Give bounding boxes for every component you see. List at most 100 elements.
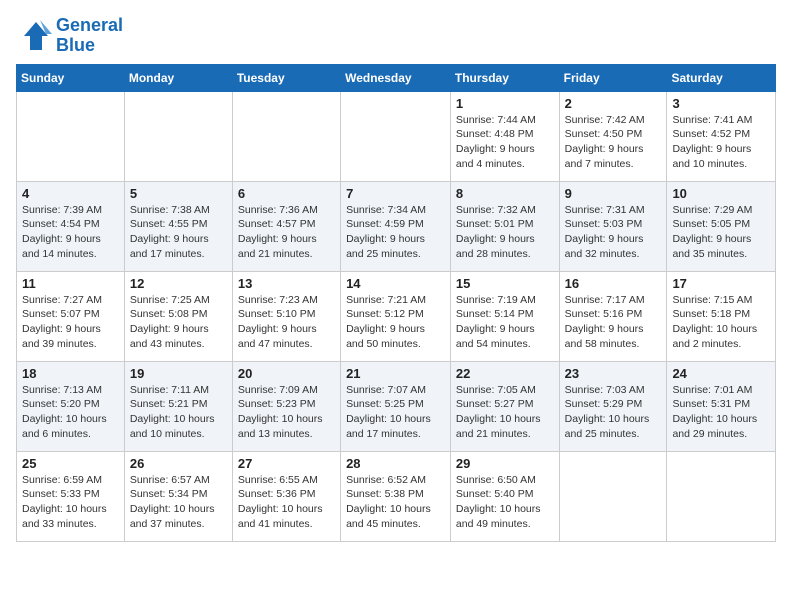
day-number: 14 bbox=[346, 276, 445, 291]
calendar-week-row: 4 Sunrise: 7:39 AM Sunset: 4:54 PM Daylig… bbox=[17, 181, 776, 271]
calendar-table: SundayMondayTuesdayWednesdayThursdayFrid… bbox=[16, 64, 776, 542]
calendar-header-row: SundayMondayTuesdayWednesdayThursdayFrid… bbox=[17, 64, 776, 91]
day-info: Sunrise: 7:36 AM Sunset: 4:57 PM Dayligh… bbox=[238, 203, 335, 262]
day-info: Sunrise: 7:09 AM Sunset: 5:23 PM Dayligh… bbox=[238, 383, 335, 442]
day-of-week-header: Sunday bbox=[17, 64, 125, 91]
day-info: Sunrise: 6:50 AM Sunset: 5:40 PM Dayligh… bbox=[456, 473, 554, 532]
day-number: 12 bbox=[130, 276, 227, 291]
day-info: Sunrise: 7:32 AM Sunset: 5:01 PM Dayligh… bbox=[456, 203, 554, 262]
day-info: Sunrise: 6:52 AM Sunset: 5:38 PM Dayligh… bbox=[346, 473, 445, 532]
calendar-cell: 11Sunrise: 7:27 AM Sunset: 5:07 PM Dayli… bbox=[17, 271, 125, 361]
day-info: Sunrise: 7:15 AM Sunset: 5:18 PM Dayligh… bbox=[672, 293, 770, 352]
calendar-cell: 22Sunrise: 7:05 AM Sunset: 5:27 PM Dayli… bbox=[450, 361, 559, 451]
day-number: 18 bbox=[22, 366, 119, 381]
day-info: Sunrise: 6:55 AM Sunset: 5:36 PM Dayligh… bbox=[238, 473, 335, 532]
calendar-cell: 3 Sunrise: 7:41 AM Sunset: 4:52 PM Daylig… bbox=[667, 91, 776, 181]
day-of-week-header: Saturday bbox=[667, 64, 776, 91]
calendar-cell bbox=[232, 91, 340, 181]
day-info: Sunrise: 7:03 AM Sunset: 5:29 PM Dayligh… bbox=[565, 383, 662, 442]
logo-icon bbox=[16, 18, 52, 54]
day-number: 26 bbox=[130, 456, 227, 471]
day-number: 21 bbox=[346, 366, 445, 381]
day-info: Sunrise: 7:07 AM Sunset: 5:25 PM Dayligh… bbox=[346, 383, 445, 442]
day-number: 24 bbox=[672, 366, 770, 381]
calendar-cell: 10 Sunrise: 7:29 AM Sunset: 5:05 PM Dayli… bbox=[667, 181, 776, 271]
day-number: 28 bbox=[346, 456, 445, 471]
calendar-cell: 27 Sunrise: 6:55 AM Sunset: 5:36 PM Dayli… bbox=[232, 451, 340, 541]
day-info: Sunrise: 7:41 AM Sunset: 4:52 PM Dayligh… bbox=[672, 113, 770, 172]
calendar-cell: 1 Sunrise: 7:44 AM Sunset: 4:48 PM Daylig… bbox=[450, 91, 559, 181]
calendar-cell: 4 Sunrise: 7:39 AM Sunset: 4:54 PM Daylig… bbox=[17, 181, 125, 271]
calendar-cell: 18 Sunrise: 7:13 AM Sunset: 5:20 PM Dayli… bbox=[17, 361, 125, 451]
day-number: 16 bbox=[565, 276, 662, 291]
calendar-cell: 5Sunrise: 7:38 AM Sunset: 4:55 PM Daylig… bbox=[124, 181, 232, 271]
logo: General Blue bbox=[16, 16, 123, 56]
day-info: Sunrise: 7:29 AM Sunset: 5:05 PM Dayligh… bbox=[672, 203, 770, 262]
calendar-cell: 2 Sunrise: 7:42 AM Sunset: 4:50 PM Daylig… bbox=[559, 91, 667, 181]
day-number: 19 bbox=[130, 366, 227, 381]
calendar-cell: 17 Sunrise: 7:15 AM Sunset: 5:18 PM Dayli… bbox=[667, 271, 776, 361]
calendar-week-row: 11Sunrise: 7:27 AM Sunset: 5:07 PM Dayli… bbox=[17, 271, 776, 361]
calendar-cell: 7 Sunrise: 7:34 AM Sunset: 4:59 PM Daylig… bbox=[341, 181, 451, 271]
day-info: Sunrise: 7:42 AM Sunset: 4:50 PM Dayligh… bbox=[565, 113, 662, 172]
day-info: Sunrise: 7:23 AM Sunset: 5:10 PM Dayligh… bbox=[238, 293, 335, 352]
day-of-week-header: Wednesday bbox=[341, 64, 451, 91]
day-number: 9 bbox=[565, 186, 662, 201]
calendar-cell: 16 Sunrise: 7:17 AM Sunset: 5:16 PM Dayli… bbox=[559, 271, 667, 361]
day-number: 25 bbox=[22, 456, 119, 471]
calendar-cell: 19 Sunrise: 7:11 AM Sunset: 5:21 PM Dayli… bbox=[124, 361, 232, 451]
day-info: Sunrise: 7:39 AM Sunset: 4:54 PM Dayligh… bbox=[22, 203, 119, 262]
day-info: Sunrise: 7:31 AM Sunset: 5:03 PM Dayligh… bbox=[565, 203, 662, 262]
day-number: 7 bbox=[346, 186, 445, 201]
calendar-cell bbox=[17, 91, 125, 181]
calendar-cell: 6 Sunrise: 7:36 AM Sunset: 4:57 PM Daylig… bbox=[232, 181, 340, 271]
day-number: 4 bbox=[22, 186, 119, 201]
calendar-cell: 28 Sunrise: 6:52 AM Sunset: 5:38 PM Dayli… bbox=[341, 451, 451, 541]
day-number: 23 bbox=[565, 366, 662, 381]
day-info: Sunrise: 7:17 AM Sunset: 5:16 PM Dayligh… bbox=[565, 293, 662, 352]
day-info: Sunrise: 7:19 AM Sunset: 5:14 PM Dayligh… bbox=[456, 293, 554, 352]
day-of-week-header: Thursday bbox=[450, 64, 559, 91]
day-info: Sunrise: 7:44 AM Sunset: 4:48 PM Dayligh… bbox=[456, 113, 554, 172]
day-info: Sunrise: 7:05 AM Sunset: 5:27 PM Dayligh… bbox=[456, 383, 554, 442]
day-info: Sunrise: 7:11 AM Sunset: 5:21 PM Dayligh… bbox=[130, 383, 227, 442]
calendar-cell: 14 Sunrise: 7:21 AM Sunset: 5:12 PM Dayli… bbox=[341, 271, 451, 361]
calendar-cell: 12 Sunrise: 7:25 AM Sunset: 5:08 PM Dayli… bbox=[124, 271, 232, 361]
calendar-cell bbox=[667, 451, 776, 541]
day-number: 20 bbox=[238, 366, 335, 381]
day-number: 8 bbox=[456, 186, 554, 201]
day-number: 10 bbox=[672, 186, 770, 201]
day-number: 17 bbox=[672, 276, 770, 291]
calendar-cell: 25 Sunrise: 6:59 AM Sunset: 5:33 PM Dayli… bbox=[17, 451, 125, 541]
day-of-week-header: Friday bbox=[559, 64, 667, 91]
calendar-cell: 24Sunrise: 7:01 AM Sunset: 5:31 PM Dayli… bbox=[667, 361, 776, 451]
calendar-cell: 9 Sunrise: 7:31 AM Sunset: 5:03 PM Daylig… bbox=[559, 181, 667, 271]
calendar-cell: 13 Sunrise: 7:23 AM Sunset: 5:10 PM Dayli… bbox=[232, 271, 340, 361]
day-number: 1 bbox=[456, 96, 554, 111]
day-number: 13 bbox=[238, 276, 335, 291]
day-info: Sunrise: 7:34 AM Sunset: 4:59 PM Dayligh… bbox=[346, 203, 445, 262]
calendar-cell bbox=[559, 451, 667, 541]
day-info: Sunrise: 7:25 AM Sunset: 5:08 PM Dayligh… bbox=[130, 293, 227, 352]
day-number: 5 bbox=[130, 186, 227, 201]
calendar-week-row: 1 Sunrise: 7:44 AM Sunset: 4:48 PM Daylig… bbox=[17, 91, 776, 181]
calendar-cell bbox=[341, 91, 451, 181]
calendar-cell bbox=[124, 91, 232, 181]
day-number: 3 bbox=[672, 96, 770, 111]
day-number: 2 bbox=[565, 96, 662, 111]
calendar-cell: 20 Sunrise: 7:09 AM Sunset: 5:23 PM Dayli… bbox=[232, 361, 340, 451]
day-info: Sunrise: 7:13 AM Sunset: 5:20 PM Dayligh… bbox=[22, 383, 119, 442]
day-info: Sunrise: 6:59 AM Sunset: 5:33 PM Dayligh… bbox=[22, 473, 119, 532]
calendar-cell: 8 Sunrise: 7:32 AM Sunset: 5:01 PM Daylig… bbox=[450, 181, 559, 271]
calendar-cell: 29Sunrise: 6:50 AM Sunset: 5:40 PM Dayli… bbox=[450, 451, 559, 541]
day-number: 27 bbox=[238, 456, 335, 471]
day-number: 6 bbox=[238, 186, 335, 201]
day-number: 15 bbox=[456, 276, 554, 291]
day-info: Sunrise: 6:57 AM Sunset: 5:34 PM Dayligh… bbox=[130, 473, 227, 532]
day-number: 11 bbox=[22, 276, 119, 291]
day-info: Sunrise: 7:21 AM Sunset: 5:12 PM Dayligh… bbox=[346, 293, 445, 352]
calendar-week-row: 25 Sunrise: 6:59 AM Sunset: 5:33 PM Dayli… bbox=[17, 451, 776, 541]
calendar-week-row: 18 Sunrise: 7:13 AM Sunset: 5:20 PM Dayli… bbox=[17, 361, 776, 451]
calendar-cell: 23 Sunrise: 7:03 AM Sunset: 5:29 PM Dayli… bbox=[559, 361, 667, 451]
calendar-cell: 15 Sunrise: 7:19 AM Sunset: 5:14 PM Dayli… bbox=[450, 271, 559, 361]
